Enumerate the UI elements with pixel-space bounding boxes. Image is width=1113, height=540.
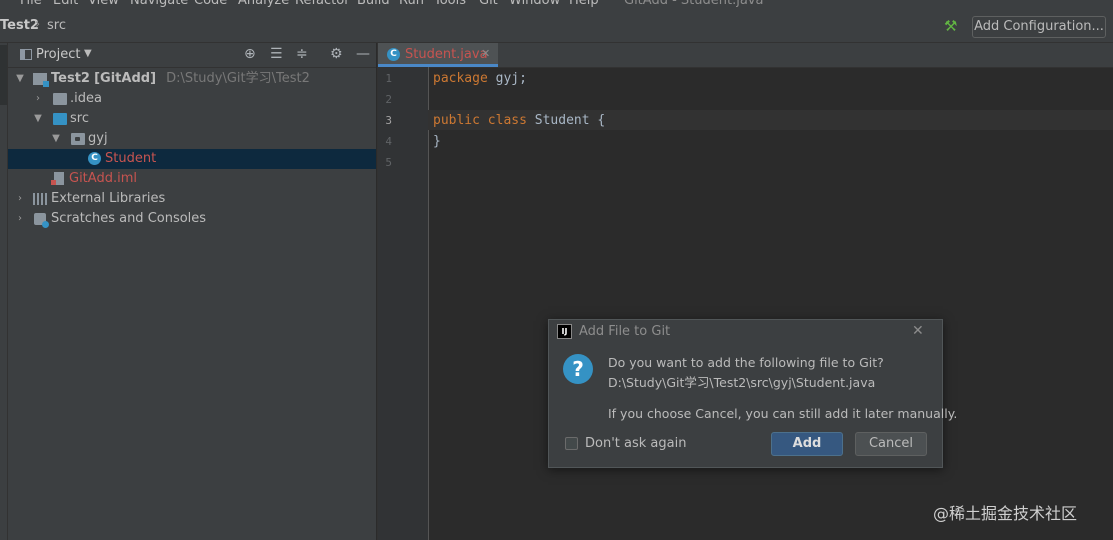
menu-tools[interactable]: Tools <box>434 0 466 8</box>
iml-file-icon <box>51 172 64 185</box>
menu-build[interactable]: Build <box>357 0 390 8</box>
tree-label-src: src <box>70 111 89 126</box>
project-panel-header: Project ▼ ⊕ ☰ ≑ ⚙ — <box>8 43 376 68</box>
menu-help[interactable]: Help <box>569 0 599 8</box>
tree-item-test2[interactable]: ▼ Test2 [GitAdd] D:\Study\Git学习\Test2 <box>8 69 376 89</box>
add-file-to-git-dialog: IJ Add File to Git ✕ ? Do you want to ad… <box>548 319 957 468</box>
close-icon[interactable]: ✕ <box>912 323 924 339</box>
dialog-title: Add File to Git <box>579 324 671 339</box>
add-configuration-button[interactable]: Add Configuration... <box>972 16 1106 38</box>
tree-item-student[interactable]: C Student <box>8 149 376 169</box>
tree-label-gyj: gyj <box>88 131 108 146</box>
project-folder-icon <box>20 49 32 60</box>
line-number: 3 <box>385 114 392 127</box>
project-panel-title[interactable]: Project <box>36 47 80 62</box>
java-class-icon: C <box>387 48 400 61</box>
tree-label-scratches: Scratches and Consoles <box>51 211 207 226</box>
code-text: gyj; <box>487 71 527 86</box>
cancel-button[interactable]: Cancel <box>855 432 927 456</box>
tab-label: Student.java <box>405 47 488 62</box>
menu-window[interactable]: Window <box>509 0 560 8</box>
code-line-4[interactable]: } <box>433 132 441 152</box>
dialog-file-path: D:\Study\Git学习\Test2\src\gyj\Student.jav… <box>608 375 876 390</box>
tree-label-test2: Test2 <box>51 71 90 86</box>
tree-item-gitadd-iml[interactable]: GitAdd.iml <box>8 169 376 189</box>
menu-bar: File Edit View Navigate Code Analyze Ref… <box>0 0 1113 8</box>
collapse-all-icon[interactable]: ≑ <box>296 46 308 62</box>
line-number: 1 <box>385 72 392 85</box>
libraries-icon <box>33 193 47 205</box>
line-number-gutter: 1 2 3 4 5 <box>378 67 429 540</box>
project-panel: Project ▼ ⊕ ☰ ≑ ⚙ — ▼ Test2 [GitAdd] D:\… <box>8 43 376 540</box>
chevron-right-icon[interactable]: › <box>14 189 26 209</box>
menu-analyze[interactable]: Analyze <box>238 0 289 8</box>
chevron-down-icon[interactable]: ▼ <box>32 109 44 129</box>
watermark: @稀土掘金技术社区 <box>933 504 1078 523</box>
gear-icon[interactable]: ⚙ <box>330 46 343 62</box>
breadcrumb-src[interactable]: src <box>47 18 66 33</box>
minimize-icon[interactable]: — <box>356 46 370 62</box>
menu-navigate[interactable]: Navigate <box>130 0 188 8</box>
line-number: 5 <box>385 156 392 169</box>
scratches-icon <box>34 213 49 228</box>
editor-tab-bar: C Student.java ✕ <box>378 43 1113 68</box>
project-tool-tab[interactable] <box>0 45 7 105</box>
code-line-1[interactable]: package gyj; <box>433 69 527 89</box>
menu-git[interactable]: Git <box>479 0 498 8</box>
add-button[interactable]: Add <box>771 432 843 456</box>
folder-icon <box>53 93 67 105</box>
dialog-note: If you choose Cancel, you can still add … <box>608 406 958 421</box>
tree-item-src[interactable]: ▼ src <box>8 109 376 129</box>
window-title: GitAdd - Student.java <box>624 0 764 8</box>
source-folder-icon <box>53 113 67 125</box>
breadcrumb-project[interactable]: Test2 <box>0 18 39 33</box>
intellij-logo-icon: IJ <box>557 324 572 339</box>
code-keyword: class <box>487 113 527 128</box>
dont-ask-again-label[interactable]: Don't ask again <box>585 436 686 451</box>
tree-label-external-libraries: External Libraries <box>51 191 166 206</box>
tree-item-gyj[interactable]: ▼ gyj <box>8 129 376 149</box>
expand-all-icon[interactable]: ☰ <box>270 46 283 62</box>
tab-student-java[interactable]: C Student.java ✕ <box>378 43 498 67</box>
tree-item-external-libraries[interactable]: › External Libraries <box>8 189 376 209</box>
code-keyword: package <box>433 71 488 86</box>
build-hammer-icon[interactable]: ⚒ <box>944 17 957 35</box>
chevron-down-icon[interactable]: ▼ <box>50 129 62 149</box>
java-class-icon: C <box>88 152 101 165</box>
breadcrumb-separator-icon: › <box>35 17 41 32</box>
line-number: 4 <box>385 135 392 148</box>
code-line-3[interactable]: public class Student { <box>433 111 605 131</box>
tree-module-name: [GitAdd] <box>94 71 157 86</box>
code-text: Student { <box>526 113 606 128</box>
left-tool-strip <box>0 43 8 540</box>
menu-refactor[interactable]: Refactor <box>295 0 350 8</box>
menu-view[interactable]: View <box>88 0 119 8</box>
line-number: 2 <box>385 93 392 106</box>
menu-edit[interactable]: Edit <box>53 0 78 8</box>
tree-label-idea: .idea <box>70 91 102 106</box>
menu-file[interactable]: File <box>20 0 42 8</box>
code-keyword: public <box>433 113 480 128</box>
chevron-right-icon[interactable]: › <box>14 209 26 229</box>
menu-run[interactable]: Run <box>399 0 424 8</box>
navigation-bar: Test2 › src ⚒ Add Configuration... <box>0 8 1113 43</box>
locate-target-icon[interactable]: ⊕ <box>244 46 256 62</box>
close-icon[interactable]: ✕ <box>481 47 490 60</box>
tree-item-scratches[interactable]: › Scratches and Consoles <box>8 209 376 229</box>
tree-label-gitadd-iml: GitAdd.iml <box>69 171 137 186</box>
package-icon <box>71 133 85 145</box>
tree-project-path: D:\Study\Git学习\Test2 <box>166 71 310 86</box>
question-icon: ? <box>563 354 593 384</box>
menu-code[interactable]: Code <box>194 0 227 8</box>
dont-ask-again-checkbox[interactable] <box>565 437 578 450</box>
chevron-down-icon[interactable]: ▼ <box>84 48 92 59</box>
tree-label-student: Student <box>105 151 157 166</box>
tree-item-idea[interactable]: › .idea <box>8 89 376 109</box>
dialog-question: Do you want to add the following file to… <box>608 355 884 370</box>
module-folder-icon <box>33 73 49 87</box>
chevron-down-icon[interactable]: ▼ <box>14 69 26 89</box>
chevron-right-icon[interactable]: › <box>32 89 44 109</box>
